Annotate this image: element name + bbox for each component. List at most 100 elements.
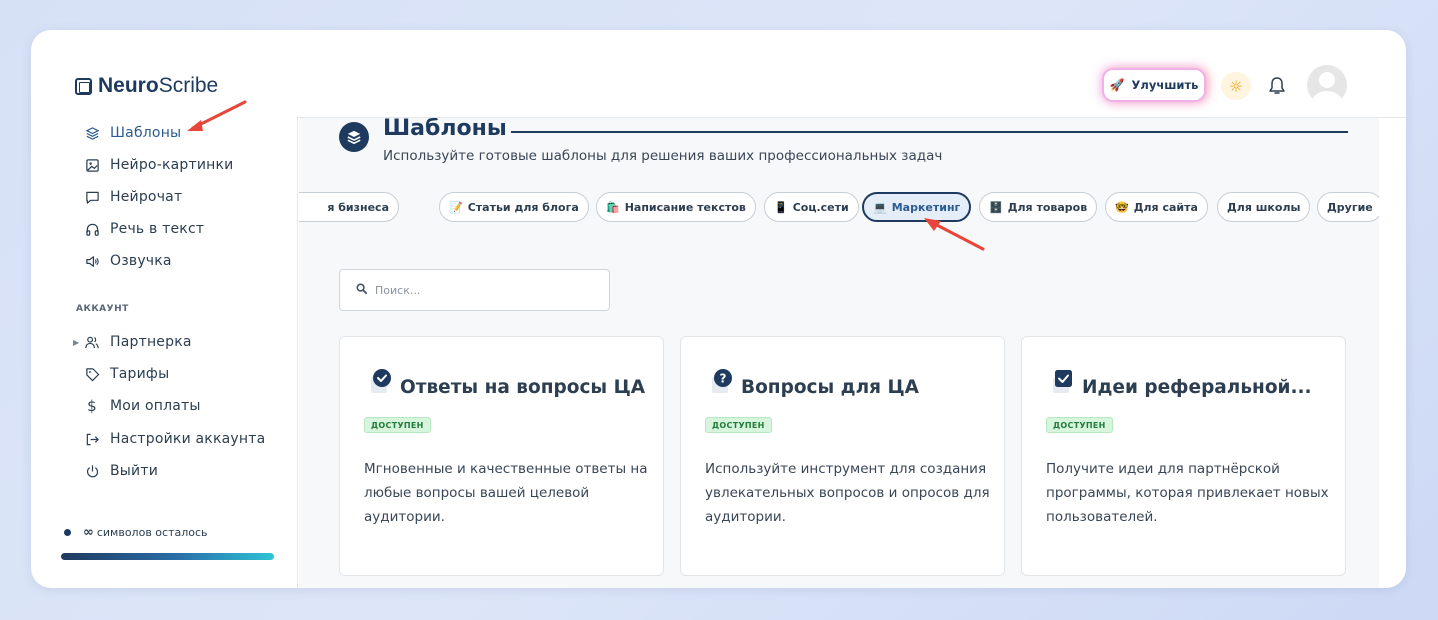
chip-label: Соц.сети <box>792 200 849 214</box>
category-tabs: я бизнеса 📝 Статьи для блога 🛍️ Написани… <box>299 192 1379 222</box>
cabinet-icon: 🗄️ <box>989 200 1003 214</box>
annotation-arrow <box>187 100 247 131</box>
power-icon <box>84 463 100 479</box>
card-title: Идеи реферальной... <box>1082 377 1312 398</box>
tab-website[interactable]: 🤓 Для сайта <box>1105 192 1208 222</box>
check-circle-icon <box>370 369 392 393</box>
tab-social[interactable]: 📱 Соц.сети <box>764 192 859 222</box>
users-icon <box>84 334 100 350</box>
upgrade-label: Улучшить <box>1131 78 1199 92</box>
layers-icon <box>339 122 369 152</box>
tab-text-writing[interactable]: 🛍️ Написание текстов <box>596 192 756 222</box>
logo-bold-text: Neuro <box>98 74 159 97</box>
tab-blog-articles[interactable]: 📝 Статьи для блога <box>439 192 589 222</box>
dollar-icon: $ <box>87 397 97 415</box>
account-section-label: АККАУНТ <box>76 304 129 314</box>
caret-right-icon[interactable]: ▶ <box>73 338 79 347</box>
speaker-icon <box>84 253 100 269</box>
annotation-arrow <box>924 218 985 251</box>
sidebar-item-voiceover[interactable]: Озвучка <box>84 251 172 271</box>
search-icon <box>356 283 367 297</box>
image-icon <box>84 157 100 173</box>
rocket-icon: 🚀 <box>1109 78 1125 92</box>
chat-icon <box>84 189 100 205</box>
login-icon <box>84 431 100 447</box>
sidebar-item-partners[interactable]: Партнерка <box>84 332 192 352</box>
sidebar-item-label: Тарифы <box>110 366 170 382</box>
laptop-icon: 💻 <box>873 200 887 214</box>
sidebar-item-account-settings[interactable]: Настройки аккаунта <box>84 429 265 449</box>
chip-label: Написание текстов <box>624 200 746 214</box>
chip-label: Маркетинг <box>891 200 961 214</box>
sidebar-item-neuro-images[interactable]: Нейро-картинки <box>84 155 233 175</box>
chars-label: символов осталось <box>96 526 208 539</box>
chip-label: Другие <box>1327 200 1373 214</box>
card-title: Ответы на вопросы ЦА <box>400 377 646 398</box>
status-badge: ДОСТУПЕН <box>1046 417 1113 433</box>
chip-label: Для школы <box>1227 200 1301 214</box>
sidebar-item-label: Нейрочат <box>110 189 183 205</box>
search-input[interactable]: Поиск... <box>339 269 610 311</box>
app-window: Neuro Scribe 🚀 Улучшить ☼ Шаблоны Нейро-к… <box>31 30 1406 588</box>
theme-toggle-button[interactable]: ☼ <box>1221 72 1251 100</box>
question-circle-icon: ? <box>711 369 733 393</box>
sidebar-item-label: Шаблоны <box>110 125 182 141</box>
sidebar-item-templates[interactable]: Шаблоны <box>84 123 181 143</box>
notifications-button[interactable] <box>1265 72 1289 100</box>
sidebar-item-label: Мои оплаты <box>110 398 201 414</box>
search-placeholder: Поиск... <box>375 283 421 297</box>
sidebar-item-label: Нейро-картинки <box>110 157 234 173</box>
svg-text:?: ? <box>720 372 727 386</box>
sidebar-item-label: Партнерка <box>110 334 192 350</box>
checkbox-icon <box>1052 369 1074 393</box>
sun-icon: ☼ <box>1228 76 1244 96</box>
status-dot <box>64 529 71 536</box>
nerd-face-icon: 🤓 <box>1115 200 1129 214</box>
template-card[interactable]: Идеи реферальной... ДОСТУПЕН Получите ид… <box>1021 336 1346 576</box>
phone-icon: 📱 <box>774 200 788 214</box>
tab-business[interactable]: я бизнеса <box>299 192 399 222</box>
sidebar-item-label: Речь в текст <box>110 221 205 237</box>
chip-label: Статьи для блога <box>467 200 579 214</box>
tab-other[interactable]: Другие <box>1317 192 1379 222</box>
avatar[interactable] <box>1307 65 1347 105</box>
card-description: Получите идеи для партнёрской программы,… <box>1046 461 1329 525</box>
memo-icon: 📝 <box>449 200 463 214</box>
status-badge: ДОСТУПЕН <box>364 417 431 433</box>
headphones-icon <box>84 221 100 237</box>
sidebar-item-payments[interactable]: $ Мои оплаты <box>84 396 201 416</box>
status-badge: ДОСТУПЕН <box>705 417 772 433</box>
tab-school[interactable]: Для школы <box>1217 192 1311 222</box>
card-description: Используйте инструмент для создания увле… <box>705 461 990 525</box>
logo[interactable]: Neuro Scribe <box>75 74 218 98</box>
chars-remaining: ∞ символов осталось <box>64 525 208 540</box>
sidebar-item-tariffs[interactable]: Тарифы <box>84 364 169 384</box>
template-card[interactable]: Ответы на вопросы ЦА ДОСТУПЕН Мгновенные… <box>339 336 664 576</box>
sidebar-item-logout[interactable]: Выйти <box>84 461 158 481</box>
chip-label: Для товаров <box>1007 200 1088 214</box>
card-description: Мгновенные и качественные ответы на любы… <box>364 461 648 525</box>
title-divider <box>511 131 1348 133</box>
page-title: Шаблоны <box>383 118 507 141</box>
card-title: Вопросы для ЦА <box>741 377 919 398</box>
layers-icon <box>84 125 100 141</box>
tag-icon <box>84 366 100 382</box>
shopping-bags-icon: 🛍️ <box>606 200 620 214</box>
bell-icon <box>1269 77 1285 94</box>
main-content: Шаблоны Используйте готовые шаблоны для … <box>299 118 1379 588</box>
sidebar-item-label: Выйти <box>110 463 159 479</box>
logo-light-text: Scribe <box>158 74 219 97</box>
sidebar-item-speech-to-text[interactable]: Речь в текст <box>84 219 204 239</box>
tab-products[interactable]: 🗄️ Для товаров <box>979 192 1098 222</box>
template-card[interactable]: ? Вопросы для ЦА ДОСТУПЕН Используйте ин… <box>680 336 1005 576</box>
sidebar: Шаблоны Нейро-картинки Нейрочат Речь в т… <box>31 117 298 588</box>
sidebar-item-neurochat[interactable]: Нейрочат <box>84 187 182 207</box>
page-subtitle: Используйте готовые шаблоны для решения … <box>383 148 943 164</box>
sidebar-item-label: Настройки аккаунта <box>110 431 266 447</box>
sidebar-item-label: Озвучка <box>110 253 172 269</box>
chars-infinity: ∞ <box>83 525 94 540</box>
chars-progress-bar <box>61 553 274 560</box>
logo-icon <box>75 77 92 95</box>
upgrade-button[interactable]: 🚀 Улучшить <box>1104 70 1204 100</box>
chip-label: я бизнеса <box>327 200 389 214</box>
